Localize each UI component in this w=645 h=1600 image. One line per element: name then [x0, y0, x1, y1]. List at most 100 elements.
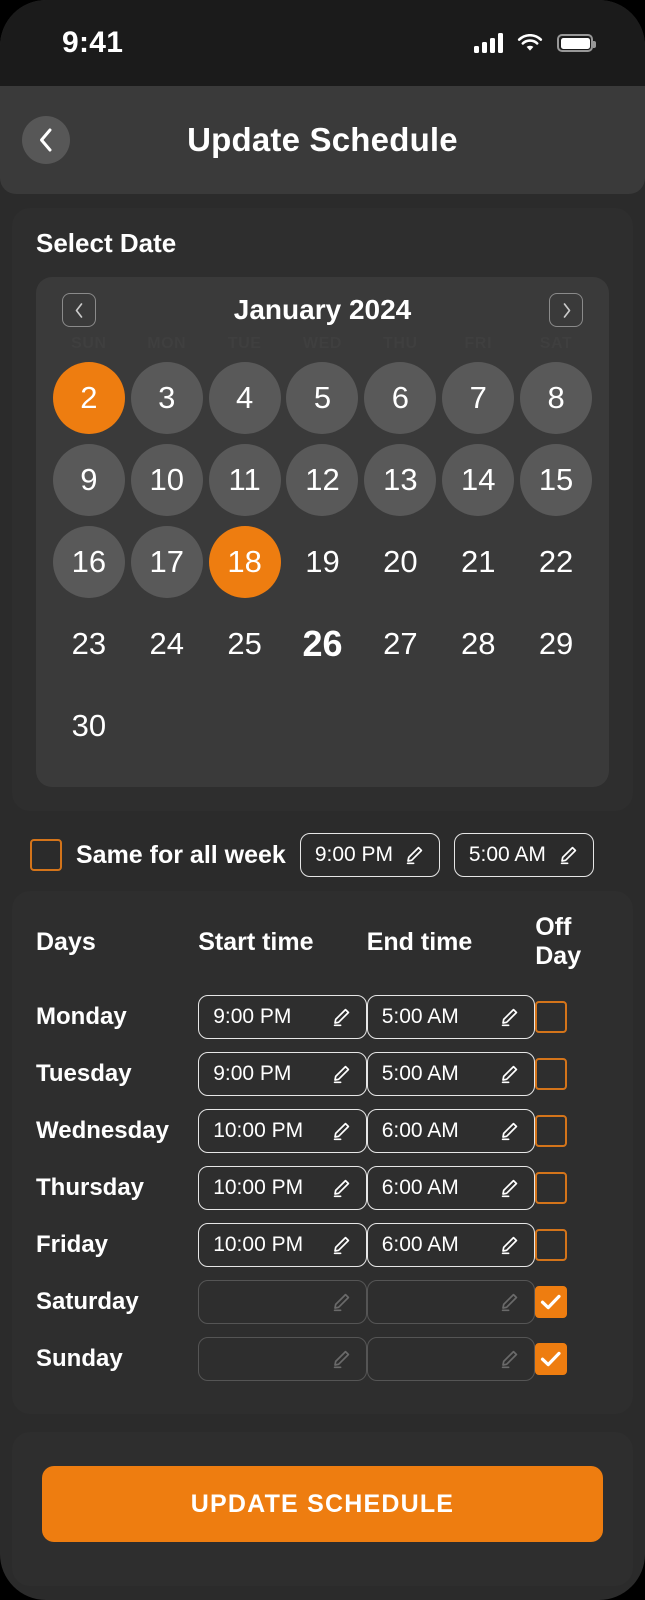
calendar-day-label: 14: [442, 444, 515, 516]
header-start-time: Start time: [198, 927, 314, 956]
header-end-time: End time: [366, 927, 473, 956]
pencil-icon: [330, 1063, 352, 1085]
calendar-day-30[interactable]: 30: [50, 685, 128, 767]
calendar-day-11[interactable]: 11: [206, 439, 284, 521]
row-off-day-checkbox[interactable]: [535, 1001, 568, 1033]
row-start-time-value: 9:00 PM: [213, 1062, 292, 1085]
row-start-time-field[interactable]: 10:00 PM: [198, 1166, 367, 1210]
pencil-icon: [330, 1177, 352, 1199]
calendar-day-6[interactable]: 6: [361, 357, 439, 439]
table-row: Saturday: [36, 1274, 609, 1331]
calendar-day-27[interactable]: 27: [361, 603, 439, 685]
calendar-day-label: 29: [538, 626, 574, 661]
calendar-day-label: 4: [208, 362, 281, 434]
calendar-day-18[interactable]: 18: [206, 521, 284, 603]
calendar-day-26[interactable]: 26: [284, 603, 362, 685]
calendar-day-22[interactable]: 22: [517, 521, 595, 603]
update-schedule-button[interactable]: UPDATE SCHEDULE: [42, 1466, 603, 1542]
row-end-time-field[interactable]: 6:00 AM: [366, 1166, 536, 1210]
calendar-day-23[interactable]: 23: [50, 603, 128, 685]
calendar-day-7[interactable]: 7: [439, 357, 517, 439]
row-start-time-field[interactable]: 9:00 PM: [198, 1052, 367, 1096]
table-row: Friday 10:00 PM 6:00 AM: [36, 1217, 609, 1274]
chevron-right-icon: [560, 302, 573, 319]
calendar-day-24[interactable]: 24: [128, 603, 206, 685]
all-week-end-time-field[interactable]: 5:00 AM: [453, 833, 594, 877]
calendar-day-label: 27: [383, 626, 418, 661]
calendar-day-15[interactable]: 15: [517, 439, 595, 521]
page-title: Update Schedule: [187, 121, 458, 158]
pencil-icon: [498, 1177, 520, 1199]
calendar-day-13[interactable]: 13: [361, 439, 439, 521]
row-start-time-value: 9:00 PM: [213, 1005, 292, 1028]
row-off-day-checkbox[interactable]: [535, 1229, 568, 1261]
calendar-day-label: 20: [383, 544, 418, 579]
calendar-day-8[interactable]: 8: [517, 357, 595, 439]
calendar-day-19[interactable]: 19: [284, 521, 362, 603]
pencil-icon: [330, 1006, 352, 1028]
calendar-day-3[interactable]: 3: [128, 357, 206, 439]
row-day-name: Saturday: [36, 1288, 139, 1315]
calendar-day-label: 13: [364, 444, 437, 516]
calendar-day-25[interactable]: 25: [206, 603, 284, 685]
calendar-day-21[interactable]: 21: [439, 521, 517, 603]
calendar-day-label: 25: [227, 626, 262, 661]
row-day-name: Wednesday: [36, 1117, 169, 1144]
back-button[interactable]: [22, 116, 70, 164]
row-end-time-field[interactable]: 6:00 AM: [366, 1109, 536, 1153]
footer: UPDATE SCHEDULE: [0, 1432, 645, 1600]
select-date-title: Select Date: [36, 228, 177, 258]
phone-frame: 9:41 Update Schedule Select Date January…: [0, 0, 645, 1600]
calendar-day-2[interactable]: 2: [50, 357, 128, 439]
row-off-day-checkbox[interactable]: [535, 1058, 568, 1090]
row-end-time-field[interactable]: 6:00 AM: [366, 1223, 536, 1267]
table-row: Sunday: [36, 1331, 609, 1388]
all-week-start-time-field[interactable]: 9:00 PM: [299, 833, 440, 877]
calendar-day-10[interactable]: 10: [128, 439, 206, 521]
battery-full-icon: [557, 34, 596, 52]
calendar-day-4[interactable]: 4: [206, 357, 284, 439]
calendar-day-20[interactable]: 20: [361, 521, 439, 603]
calendar-day-5[interactable]: 5: [284, 357, 362, 439]
pencil-icon: [498, 1234, 520, 1256]
row-off-day-checkbox[interactable]: [535, 1115, 568, 1147]
row-day-name: Monday: [36, 1003, 127, 1030]
calendar-day-28[interactable]: 28: [439, 603, 517, 685]
calendar-day-17[interactable]: 17: [128, 521, 206, 603]
row-start-time-value: 10:00 PM: [213, 1119, 304, 1142]
calendar-prev-month-button[interactable]: [62, 293, 96, 327]
calendar-day-label: 21: [460, 544, 496, 579]
row-start-time-field[interactable]: 10:00 PM: [198, 1109, 367, 1153]
row-off-day-checkbox[interactable]: [535, 1286, 568, 1318]
calendar-day-16[interactable]: 16: [50, 521, 128, 603]
calendar-day-14[interactable]: 14: [439, 439, 517, 521]
check-icon: [541, 1351, 561, 1367]
calendar-day-12[interactable]: 12: [284, 439, 362, 521]
row-off-day-checkbox[interactable]: [535, 1172, 568, 1204]
footer-panel: UPDATE SCHEDULE: [12, 1432, 633, 1586]
row-off-day-checkbox[interactable]: [535, 1343, 568, 1375]
same-for-all-week-label: Same for all week: [76, 840, 286, 869]
calendar-day-label: 9: [52, 444, 125, 516]
calendar-weekday-tue: TUE: [227, 335, 262, 352]
pencil-icon: [330, 1291, 352, 1313]
calendar-next-month-button[interactable]: [549, 293, 583, 327]
calendar-weekday-wed: WED: [302, 335, 343, 352]
status-bar: 9:41: [0, 0, 645, 86]
row-end-time-field[interactable]: 5:00 AM: [366, 995, 536, 1039]
calendar-weekday-row: SUN MON TUE WED THU FRI SAT: [50, 331, 595, 357]
pencil-icon: [403, 844, 425, 866]
calendar-day-29[interactable]: 29: [517, 603, 595, 685]
select-date-card: Select Date January 2024 SUN MON TUE WED…: [12, 208, 633, 811]
table-row: Tuesday 9:00 PM 5:00 AM: [36, 1046, 609, 1103]
row-start-time-field[interactable]: 10:00 PM: [198, 1223, 367, 1267]
calendar-day-label: 6: [364, 362, 437, 434]
calendar-day-label: 26: [302, 623, 343, 664]
table-row: Wednesday 10:00 PM 6:00 AM: [36, 1103, 609, 1160]
calendar-day-9[interactable]: 9: [50, 439, 128, 521]
row-end-time-field[interactable]: 5:00 AM: [366, 1052, 536, 1096]
row-start-time-field[interactable]: 9:00 PM: [198, 995, 367, 1039]
same-for-all-week-checkbox[interactable]: [30, 839, 62, 871]
calendar-day-label: 11: [208, 444, 281, 516]
pencil-icon: [330, 1120, 352, 1142]
